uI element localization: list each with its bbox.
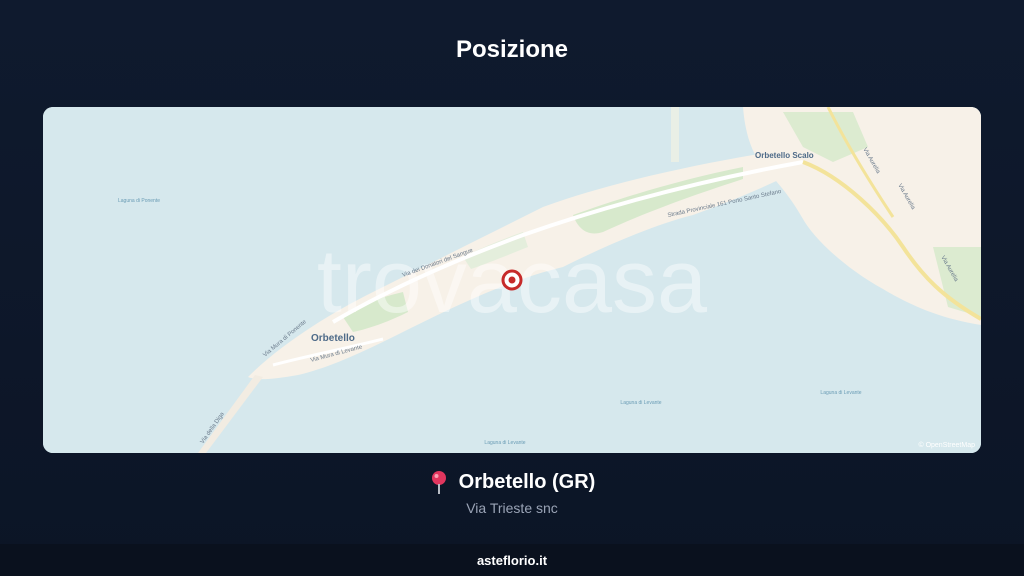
pin-icon xyxy=(429,470,449,494)
map-view[interactable]: trovacasa Orbetello Orbetello Scalo Lagu… xyxy=(43,107,981,453)
map-canvas[interactable]: trovacasa Orbetello Orbetello Scalo Lagu… xyxy=(43,107,981,453)
laguna-levante-label-2: Laguna di Levante xyxy=(820,390,861,396)
canal-bank xyxy=(671,107,679,162)
footer: asteflorio.it xyxy=(0,544,1024,576)
location-row: Orbetello (GR) xyxy=(0,470,1024,494)
laguna-levante-label-1: Laguna di Levante xyxy=(620,400,661,406)
laguna-levante-label-3: Laguna di Levante xyxy=(484,440,525,446)
laguna-ponente-label: Laguna di Ponente xyxy=(118,198,160,204)
map-attribution[interactable]: © OpenStreetMap xyxy=(918,441,975,449)
footer-site-link[interactable]: asteflorio.it xyxy=(477,553,547,568)
town-label: Orbetello xyxy=(311,333,355,344)
town-scalo-label: Orbetello Scalo xyxy=(755,151,814,160)
location-address: Via Trieste snc xyxy=(466,500,558,516)
location-city: Orbetello (GR) xyxy=(458,470,596,493)
page-title: Posizione xyxy=(455,36,569,63)
map-marker-icon[interactable] xyxy=(501,269,523,291)
